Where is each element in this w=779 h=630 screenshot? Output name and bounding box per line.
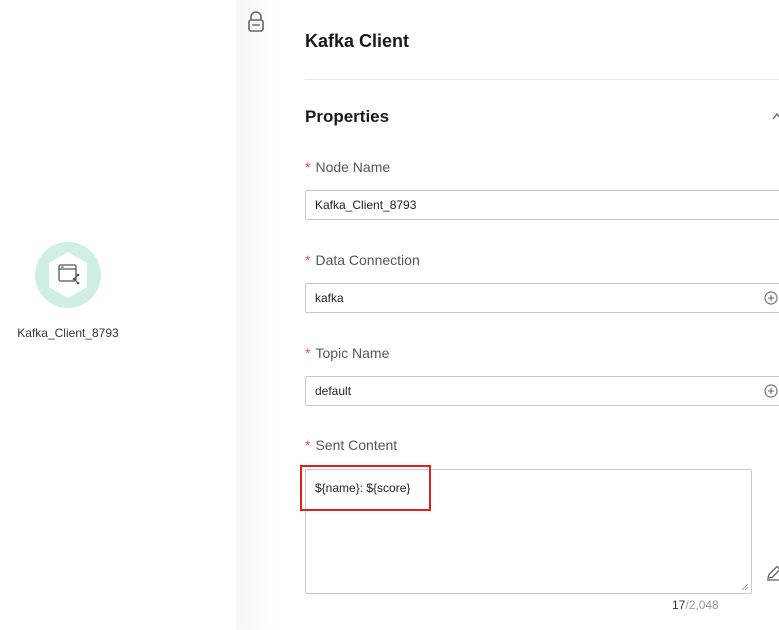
data-connection-label-text: Data Connection bbox=[315, 252, 420, 268]
highlight-box bbox=[300, 465, 431, 511]
node-name-label: * Node Name bbox=[305, 159, 390, 175]
char-count-current: 17 bbox=[672, 598, 686, 612]
lock-icon[interactable] bbox=[246, 11, 266, 33]
resize-grip-icon[interactable] bbox=[741, 583, 749, 591]
chevron-up-icon[interactable] bbox=[772, 112, 779, 120]
panel-divider bbox=[236, 0, 276, 630]
data-connection-select[interactable]: kafka bbox=[305, 283, 779, 313]
char-counter: 17/2,048 bbox=[672, 598, 719, 612]
panel-title: Kafka Client bbox=[305, 31, 410, 51]
required-marker: * bbox=[305, 159, 311, 175]
section-title: Properties bbox=[305, 107, 390, 126]
add-connection-icon[interactable] bbox=[764, 291, 778, 305]
required-marker: * bbox=[305, 252, 311, 268]
node-name-input[interactable]: Kafka_Client_8793 bbox=[305, 190, 779, 220]
topic-name-label-text: Topic Name bbox=[315, 345, 390, 361]
sent-content-label-text: Sent Content bbox=[315, 437, 398, 453]
canvas-area[interactable]: Kafka_Client_8793 bbox=[0, 0, 236, 630]
kafka-client-node[interactable] bbox=[34, 241, 102, 309]
divider bbox=[305, 79, 779, 80]
add-topic-icon[interactable] bbox=[764, 384, 778, 398]
properties-panel: Kafka Client Properties * Node Name Kafka… bbox=[276, 0, 779, 630]
sent-content-label: * Sent Content bbox=[305, 437, 397, 453]
edit-icon[interactable] bbox=[766, 565, 779, 581]
data-connection-label: * Data Connection bbox=[305, 252, 420, 268]
topic-name-label: * Topic Name bbox=[305, 345, 389, 361]
topic-name-select[interactable]: default bbox=[305, 376, 779, 406]
node-name-label-text: Node Name bbox=[315, 159, 391, 175]
kafka-client-node-icon bbox=[35, 242, 101, 308]
char-count-max: /2,048 bbox=[685, 598, 719, 612]
required-marker: * bbox=[305, 437, 311, 453]
node-label: Kafka_Client_8793 bbox=[17, 326, 119, 340]
required-marker: * bbox=[305, 345, 311, 361]
